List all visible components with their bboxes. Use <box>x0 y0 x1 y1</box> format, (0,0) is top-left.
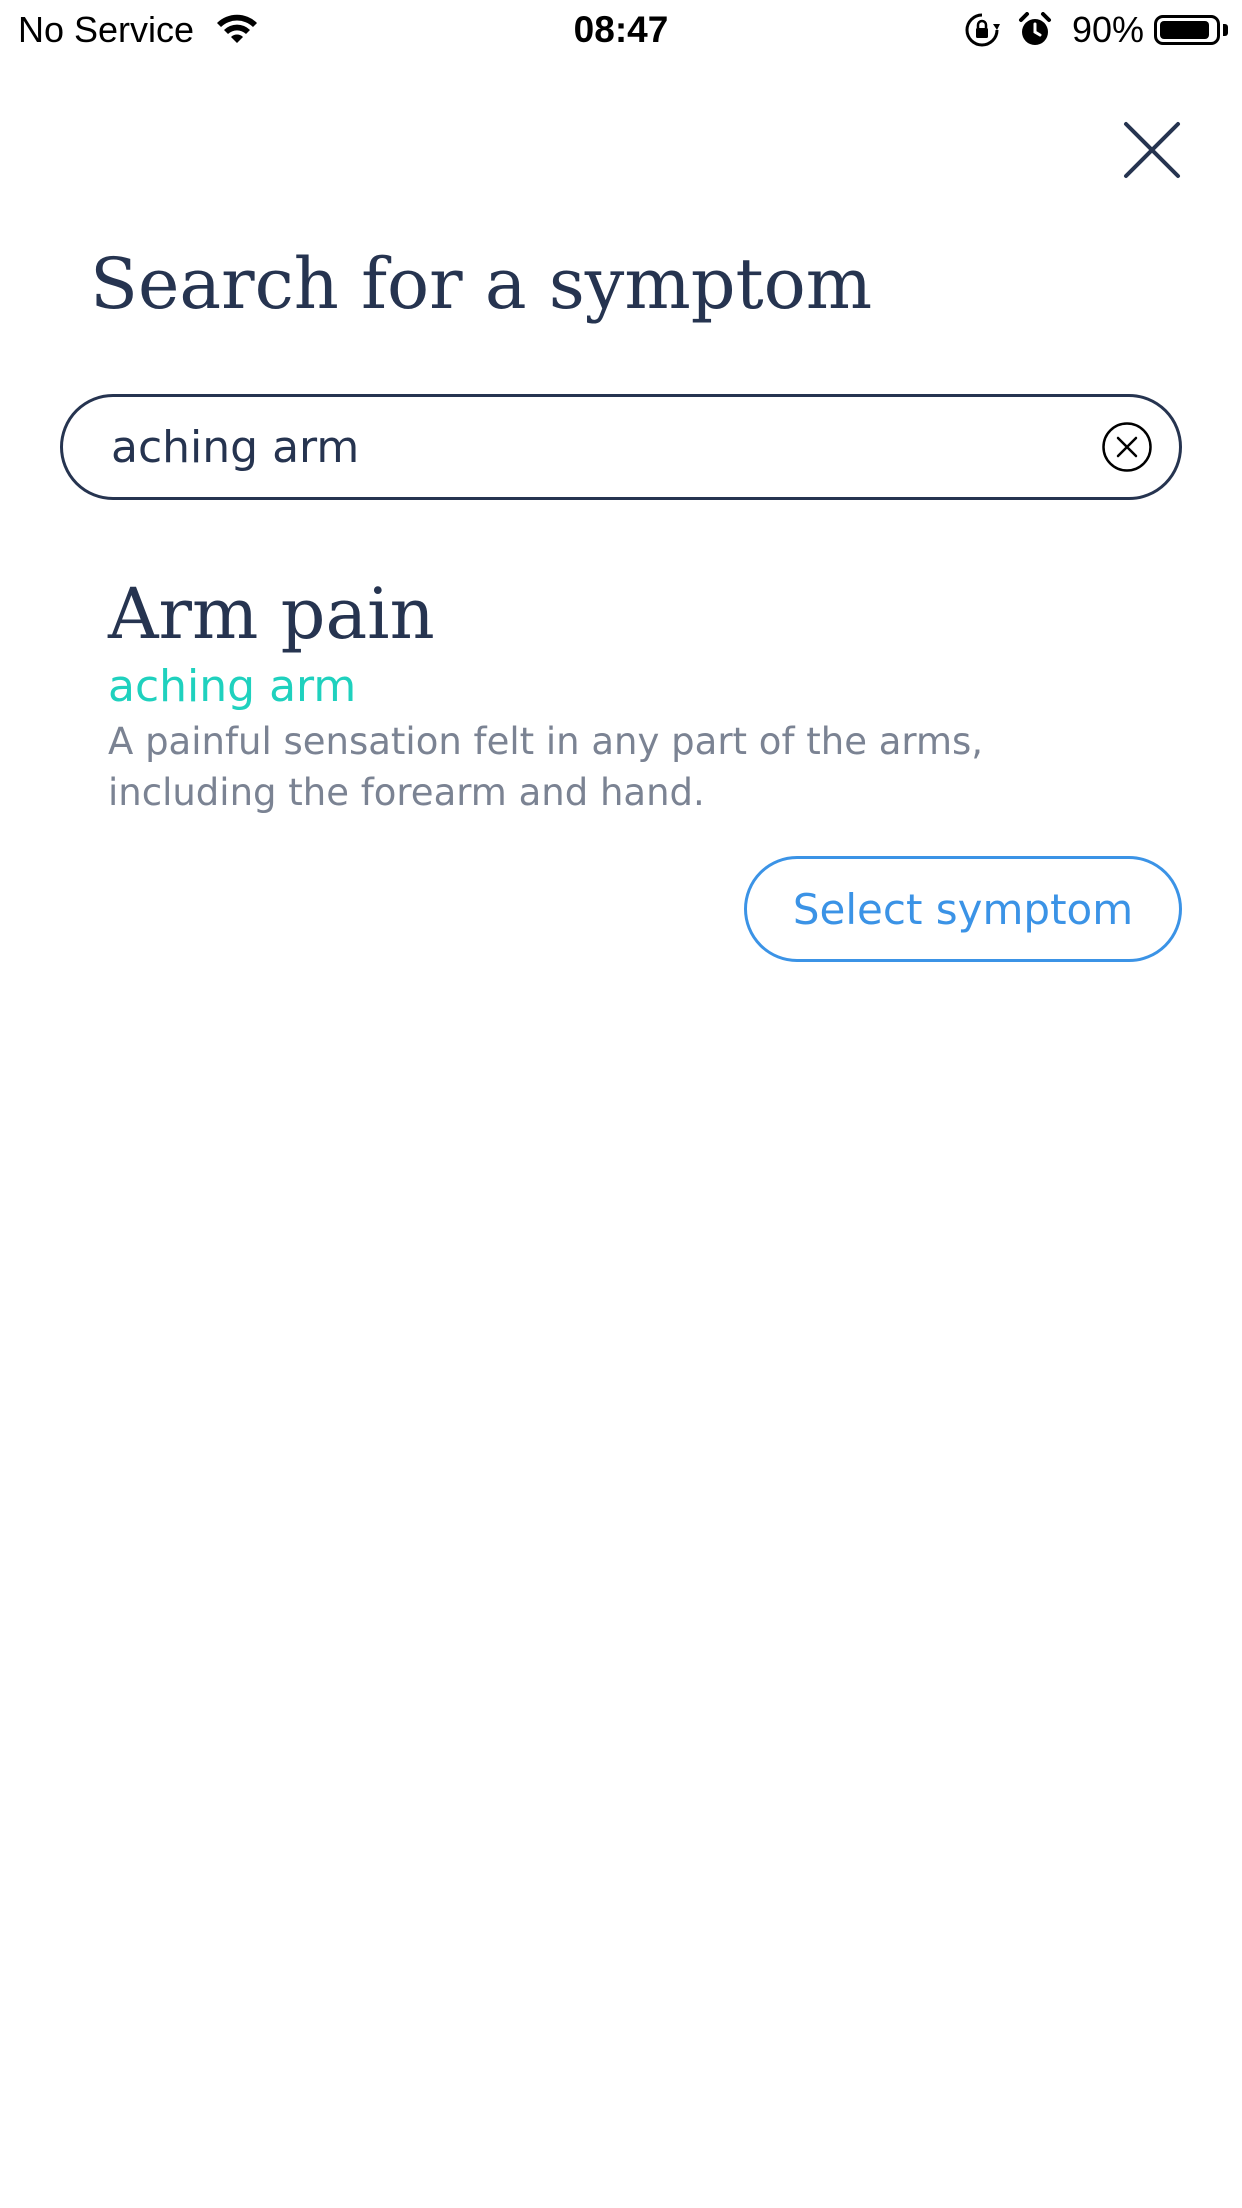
close-button[interactable] <box>1122 120 1182 180</box>
result-description: A painful sensation felt in any part of … <box>108 720 984 814</box>
select-symptom-button[interactable]: Select symptom <box>744 856 1182 962</box>
search-field[interactable] <box>60 394 1182 500</box>
result-title: Arm pain <box>108 573 435 655</box>
battery-level <box>1160 21 1209 39</box>
battery-percent: 90% <box>1071 9 1144 50</box>
page-title: Search for a symptom <box>90 243 873 325</box>
status-right: 90% <box>964 9 1228 51</box>
status-bar: No Service 08:47 90% <box>0 0 1242 62</box>
close-icon <box>1124 122 1180 178</box>
search-input[interactable] <box>111 397 1011 497</box>
alarm-icon <box>1018 12 1051 45</box>
battery-icon <box>1154 15 1220 45</box>
clear-circle-icon <box>1102 422 1152 472</box>
clear-search-button[interactable] <box>1101 421 1153 473</box>
rotation-lock-icon <box>965 13 1000 47</box>
result-matched-term: aching arm <box>108 661 357 712</box>
battery-cap <box>1223 24 1228 36</box>
